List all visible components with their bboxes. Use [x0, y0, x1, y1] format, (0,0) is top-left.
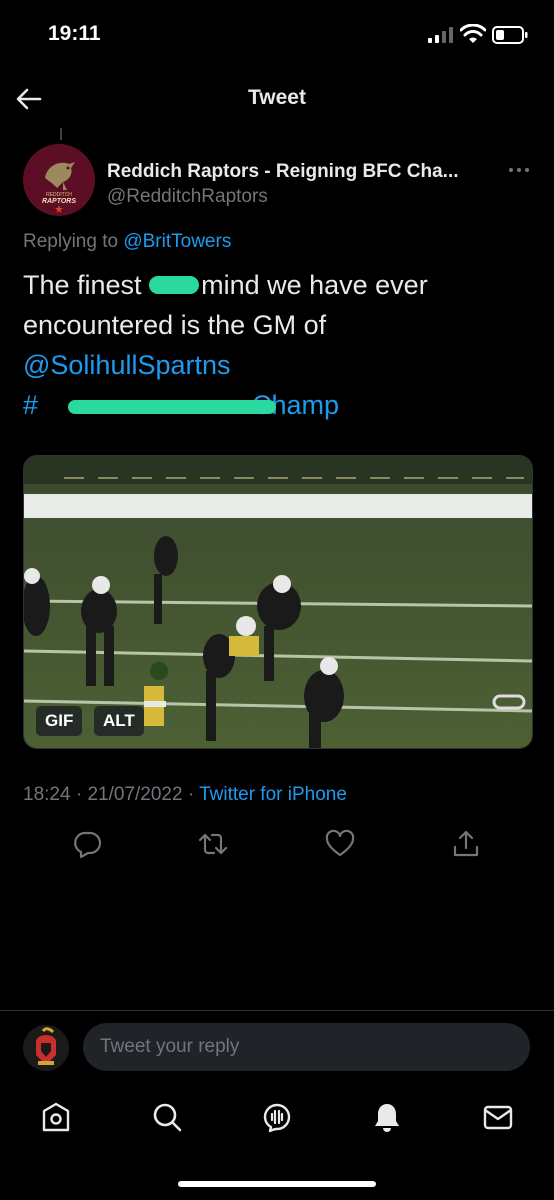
hashtag-line: # Champ [23, 385, 523, 425]
wifi-icon [460, 24, 486, 43]
avatar[interactable]: REDDITCH RAPTORS [23, 144, 95, 216]
page-title: Tweet [248, 86, 306, 109]
mention-link[interactable]: @SolihullSpartns [23, 350, 231, 380]
home-icon[interactable] [39, 1100, 73, 1134]
notifications-icon[interactable] [370, 1100, 404, 1134]
tweet-line-1: The finest mind we have ever [23, 270, 428, 300]
messages-icon[interactable] [481, 1100, 515, 1134]
tweet-line-2: encountered is the GM of [23, 310, 327, 340]
redaction-mark [149, 275, 200, 294]
tweet-media-gif[interactable]: GIF ALT [23, 455, 533, 749]
more-options-icon[interactable] [506, 160, 532, 180]
football-field-image [24, 456, 532, 748]
reply-input[interactable] [83, 1023, 530, 1071]
user-handle[interactable]: @RedditchRaptors [107, 186, 268, 208]
status-time: 19:11 [48, 22, 101, 45]
reply-icon[interactable] [71, 828, 103, 860]
replying-to: Replying to @BritTowers [23, 231, 231, 253]
tweet-meta: 18:24 · 21/07/2022 · Twitter for iPhone [23, 784, 347, 805]
svg-text:RAPTORS: RAPTORS [42, 198, 76, 205]
redaction-mark-2 [68, 400, 276, 414]
replying-prefix: Replying to [23, 231, 119, 252]
battery-icon [492, 26, 528, 44]
share-icon[interactable] [450, 828, 482, 860]
like-icon[interactable] [324, 828, 356, 860]
current-user-avatar[interactable] [23, 1025, 69, 1071]
display-name[interactable]: Reddich Raptors - Reigning BFC Cha... [107, 161, 459, 183]
alt-badge[interactable]: ALT [94, 706, 144, 736]
search-icon[interactable] [150, 1100, 184, 1134]
divider [0, 1010, 554, 1011]
spartan-helmet-icon [23, 1025, 69, 1071]
tweet-time: 18:24 [23, 784, 71, 805]
replying-to-link[interactable]: @BritTowers [123, 231, 231, 252]
retweet-icon[interactable] [197, 828, 229, 860]
home-indicator [178, 1181, 376, 1187]
tweet-date: 21/07/2022 [87, 784, 183, 805]
cellular-signal-icon [428, 27, 453, 43]
tweet-text: The finest mind we have ever encountered… [23, 265, 523, 425]
spaces-icon[interactable] [260, 1100, 294, 1134]
gif-badge: GIF [36, 706, 83, 736]
thread-line [60, 128, 62, 140]
tweet-source[interactable]: Twitter for iPhone [199, 784, 347, 805]
raptor-logo-icon: REDDITCH RAPTORS [23, 144, 95, 216]
